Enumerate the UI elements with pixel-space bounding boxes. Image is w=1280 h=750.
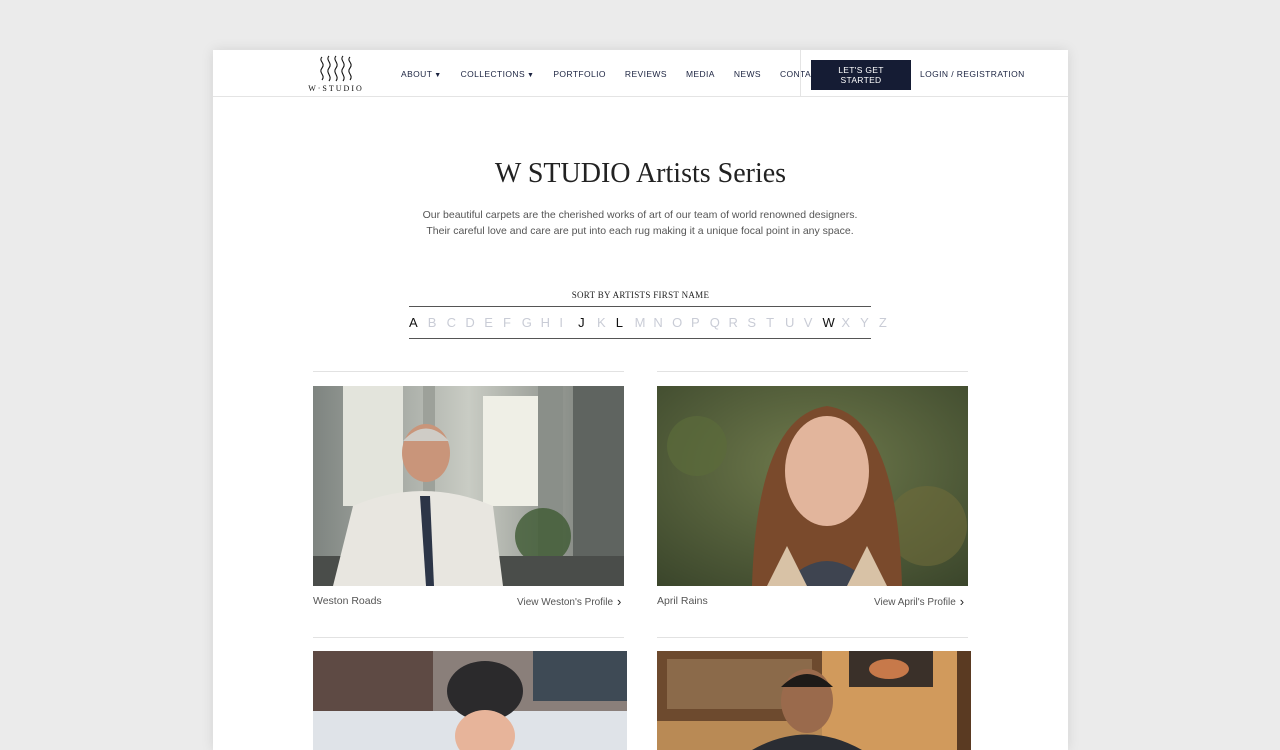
logo[interactable]: W·STUDIO: [305, 53, 367, 95]
view-weston-profile-link[interactable]: View Weston's Profile ›: [517, 594, 621, 609]
letter-filter-i: I: [559, 315, 563, 330]
nav-divider: [800, 50, 801, 96]
artist-photo-april[interactable]: [657, 386, 968, 586]
chevron-right-icon: ›: [959, 594, 965, 609]
letter-filter-n: N: [653, 315, 663, 330]
letter-filter-a[interactable]: A: [409, 315, 428, 330]
card-divider: [313, 637, 624, 638]
nav-reviews[interactable]: REVIEWS: [625, 69, 667, 79]
nav-collections-label: COLLECTIONS: [460, 69, 526, 79]
nav-collections[interactable]: COLLECTIONS ▼: [461, 69, 535, 79]
office-portrait-image: [313, 386, 624, 586]
letter-filter-t: T: [766, 315, 775, 330]
letter-filter-s: S: [747, 315, 757, 330]
caret-down-icon: ▼: [434, 72, 442, 79]
letter-filter-k: K: [596, 315, 606, 330]
get-started-button[interactable]: LET'S GET STARTED: [811, 60, 911, 90]
artist-name-april: April Rains: [657, 595, 708, 607]
logo-text: W·STUDIO: [308, 84, 364, 93]
nav-media[interactable]: MEDIA: [686, 69, 715, 79]
artist-photo-4[interactable]: [657, 651, 971, 750]
letter-filter-f: F: [502, 315, 511, 330]
view-april-profile-label: View April's Profile: [874, 597, 956, 608]
card-divider: [657, 371, 968, 372]
winter-portrait-image: [313, 651, 627, 750]
intro-text: Our beautiful carpets are the cherished …: [422, 209, 858, 237]
letter-filter-j[interactable]: J: [578, 315, 597, 330]
page-title: W STUDIO Artists Series: [494, 158, 787, 189]
sort-label: SORT BY ARTISTS FIRST NAME: [571, 290, 710, 300]
letter-filter-d: D: [465, 315, 475, 330]
cafe-portrait-image: [657, 651, 971, 750]
letter-filter-q: Q: [709, 315, 720, 330]
letter-filter-r: R: [728, 315, 738, 330]
letter-filter-u: U: [784, 315, 795, 330]
nav-portfolio[interactable]: PORTFOLIO: [553, 69, 606, 79]
page: W·STUDIO ABOUT ▼ COLLECTIONS ▼ PORTFOLIO R…: [213, 50, 1068, 750]
outdoor-portrait-image: [657, 386, 968, 586]
view-april-profile-link[interactable]: View April's Profile ›: [874, 594, 964, 609]
card-divider: [657, 637, 968, 638]
artist-photo-3[interactable]: [313, 651, 627, 750]
letter-filter-g: G: [521, 315, 532, 330]
letter-filter-h: H: [540, 315, 550, 330]
letter-filter-p: P: [690, 315, 700, 330]
letter-filter-v: V: [803, 315, 813, 330]
letter-filter-y: Y: [860, 315, 869, 330]
view-weston-profile-label: View Weston's Profile: [517, 597, 614, 608]
card-divider: [313, 371, 624, 372]
main-nav: ABOUT ▼ COLLECTIONS ▼ PORTFOLIO REVIEWS ME…: [401, 69, 842, 79]
letter-filter-o: O: [672, 315, 683, 330]
logo-mark-icon: [320, 55, 352, 82]
chevron-right-icon: ›: [617, 594, 622, 609]
login-registration-link[interactable]: LOGIN / REGISTRATION: [920, 69, 1025, 79]
letter-filter-m: M: [634, 315, 646, 330]
site-header: W·STUDIO ABOUT ▼ COLLECTIONS ▼ PORTFOLIO R…: [213, 50, 1068, 97]
letter-filter-w[interactable]: W: [823, 315, 842, 330]
letter-filter-z: Z: [878, 315, 887, 330]
nav-news[interactable]: NEWS: [734, 69, 761, 79]
nav-about[interactable]: ABOUT ▼: [401, 69, 442, 79]
letter-filter-e: E: [484, 315, 493, 330]
letter-filter-b: B: [427, 315, 437, 330]
artist-photo-weston[interactable]: [313, 386, 624, 586]
letter-filter-x: X: [841, 315, 850, 330]
artist-name-weston: Weston Roads: [313, 595, 382, 607]
alphabet-filter: ABCDEFGHIJKLMNOPQRSTUVWXYZ: [409, 306, 887, 339]
caret-down-icon: ▼: [527, 72, 535, 79]
alphabet-letters: ABCDEFGHIJKLMNOPQRSTUVWXYZ: [409, 315, 898, 330]
nav-about-label: ABOUT: [401, 69, 433, 79]
letter-filter-c: C: [446, 315, 456, 330]
letter-filter-l[interactable]: L: [616, 315, 635, 330]
